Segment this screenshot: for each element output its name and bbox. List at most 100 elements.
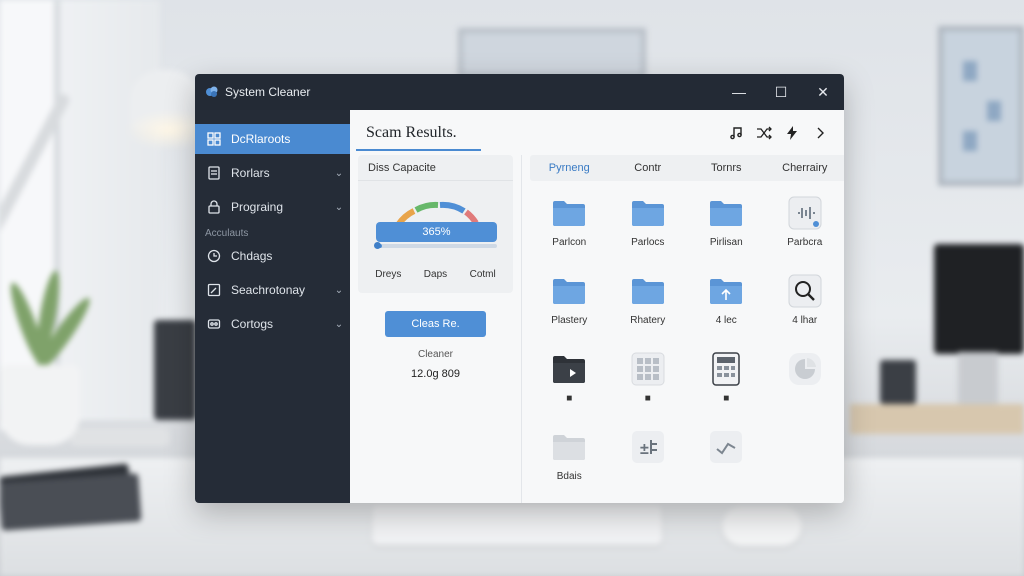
apps-grid-icon bbox=[630, 351, 666, 387]
folder-icon bbox=[630, 273, 666, 309]
stat-label: Cotml bbox=[469, 269, 496, 280]
sidebar-item-label: Seachrotonay bbox=[231, 283, 306, 297]
folder-icon bbox=[551, 195, 587, 231]
result-item[interactable] bbox=[687, 429, 766, 503]
sidebar: DcRlaroots Rorlars ⌄ Prograing ⌄ Acculau… bbox=[195, 110, 350, 503]
sidebar-item-chdags[interactable]: Chdags bbox=[195, 241, 350, 271]
result-item[interactable]: ■ bbox=[609, 351, 688, 429]
audio-file-icon bbox=[787, 195, 823, 231]
maximize-button[interactable]: ☐ bbox=[760, 74, 802, 110]
folder-icon bbox=[708, 195, 744, 231]
disk-panel: Diss Capacite 365% Dreys Daps Cotml Clea… bbox=[350, 155, 522, 503]
edit-icon bbox=[205, 281, 223, 299]
music-icon[interactable] bbox=[722, 119, 750, 147]
stat-label: Daps bbox=[423, 269, 448, 280]
grid-icon bbox=[205, 130, 223, 148]
title-bar: System Cleaner — ☐ ✕ bbox=[195, 74, 844, 110]
result-item[interactable]: 4 lhar bbox=[766, 273, 845, 351]
search-icon bbox=[787, 273, 823, 309]
result-item[interactable]: ± bbox=[609, 429, 688, 503]
cleaner-size: 12.0g 809 bbox=[411, 368, 460, 380]
progress-handle[interactable] bbox=[374, 242, 381, 249]
disk-stats: Dreys Daps Cotml bbox=[358, 269, 513, 280]
result-item[interactable]: Bdais bbox=[530, 429, 609, 503]
sidebar-item-label: Chdags bbox=[231, 249, 273, 263]
minimize-button[interactable]: — bbox=[718, 74, 760, 110]
result-item-caption: Parbcra bbox=[787, 237, 823, 248]
chevron-down-icon[interactable]: ⌄ bbox=[328, 319, 350, 330]
page-title: Scam Results. bbox=[366, 123, 457, 141]
lock-icon bbox=[205, 198, 223, 216]
result-item[interactable]: 4 lec bbox=[687, 273, 766, 351]
result-item-caption: 4 lec bbox=[715, 315, 737, 326]
sidebar-item-prograing[interactable]: Prograing ⌄ bbox=[195, 192, 350, 222]
result-item[interactable]: ■ bbox=[687, 351, 766, 429]
result-item-caption: Rhatery bbox=[630, 315, 666, 326]
disk-capacity-card: Diss Capacite 365% Dreys Daps Cotml bbox=[358, 155, 513, 293]
calculator-icon bbox=[708, 351, 744, 387]
folder-upload-icon bbox=[708, 273, 744, 309]
tab-contr[interactable]: Contr bbox=[609, 162, 688, 174]
sidebar-item-cortogs[interactable]: Cortogs ⌄ bbox=[195, 309, 350, 339]
sidebar-item-label: Prograing bbox=[231, 200, 284, 214]
clean-button[interactable]: Cleas Re. bbox=[385, 311, 486, 337]
shuffle-icon[interactable] bbox=[750, 119, 778, 147]
sidebar-item-seachrotonay[interactable]: Seachrotonay ⌄ bbox=[195, 275, 350, 305]
cleaner-label: Cleaner bbox=[417, 349, 454, 360]
transfer-icon: ± bbox=[630, 429, 666, 465]
close-button[interactable]: ✕ bbox=[802, 74, 844, 110]
result-item-caption: 4 lhar bbox=[792, 315, 818, 326]
result-item[interactable]: ■ bbox=[530, 351, 609, 429]
tab-tornrs[interactable]: Tornrs bbox=[687, 162, 766, 174]
settings-icon bbox=[205, 315, 223, 333]
result-item[interactable]: Plastery bbox=[530, 273, 609, 351]
folder-icon bbox=[551, 273, 587, 309]
folder-icon bbox=[630, 195, 666, 231]
result-item-caption: ■ bbox=[644, 393, 651, 404]
sidebar-item-dashboard[interactable]: DcRlaroots bbox=[195, 124, 350, 154]
result-item[interactable]: Rhatery bbox=[609, 273, 688, 351]
chevron-down-icon[interactable]: ⌄ bbox=[328, 202, 350, 213]
tab-pyrneng[interactable]: Pyrneng bbox=[530, 162, 609, 174]
result-item[interactable]: Parlcon bbox=[530, 195, 609, 273]
tab-cherrairy[interactable]: Cherrairy bbox=[766, 162, 845, 174]
gray-folder-icon bbox=[551, 429, 587, 465]
result-item-caption: Bdais bbox=[556, 471, 582, 482]
app-window: System Cleaner — ☐ ✕ DcRlaroots Rorlars … bbox=[195, 74, 844, 503]
stat-label: Dreys bbox=[375, 269, 402, 280]
result-item-caption: ■ bbox=[566, 393, 573, 404]
result-item-caption: ■ bbox=[723, 393, 730, 404]
window-title: System Cleaner bbox=[225, 85, 311, 99]
disk-percent-label: 365% bbox=[376, 222, 497, 242]
result-item[interactable]: Pirlisan bbox=[687, 195, 766, 273]
sidebar-item-label: Rorlars bbox=[231, 166, 270, 180]
empty-slot bbox=[787, 429, 823, 465]
clock-icon bbox=[205, 247, 223, 265]
document-icon bbox=[205, 164, 223, 182]
sidebar-item-label: DcRlaroots bbox=[231, 132, 291, 146]
sidebar-item-rorlars[interactable]: Rorlars ⌄ bbox=[195, 158, 350, 188]
sidebar-item-label: Cortogs bbox=[231, 317, 274, 331]
chevron-down-icon[interactable]: ⌄ bbox=[328, 285, 350, 296]
result-item-caption: Parlcon bbox=[552, 237, 587, 248]
pie-chart-icon bbox=[787, 351, 823, 387]
trend-icon bbox=[708, 429, 744, 465]
results-grid: Parlcon Parlocs Pirlisan Parbcra Plastery Rha… bbox=[530, 181, 844, 503]
tab-bar: Pyrneng Contr Tornrs Cherrairy bbox=[530, 155, 844, 181]
chevron-right-icon[interactable] bbox=[806, 119, 834, 147]
disk-card-header: Diss Capacite bbox=[358, 155, 513, 181]
chevron-down-icon[interactable]: ⌄ bbox=[328, 168, 350, 179]
result-item-caption: Pirlisan bbox=[709, 237, 743, 248]
disk-progress-bar bbox=[376, 244, 497, 248]
app-logo-icon bbox=[206, 86, 218, 97]
result-item[interactable] bbox=[766, 351, 845, 429]
sidebar-section-label: Acculauts bbox=[205, 228, 249, 239]
title-underline bbox=[356, 149, 481, 151]
result-item[interactable]: Parlocs bbox=[609, 195, 688, 273]
result-item[interactable] bbox=[766, 429, 845, 503]
results-panel: Pyrneng Contr Tornrs Cherrairy Parlcon Pa… bbox=[522, 155, 844, 503]
result-item[interactable]: Parbcra bbox=[766, 195, 845, 273]
result-item-caption: Plastery bbox=[551, 315, 588, 326]
bolt-icon[interactable] bbox=[778, 119, 806, 147]
main-area: Scam Results. Diss Capacite 365% Dreys D… bbox=[350, 110, 844, 503]
